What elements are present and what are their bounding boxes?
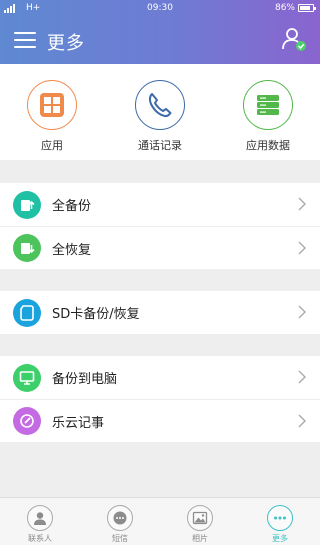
main-content: 应用 通话记录 应用数据 全备份 全恢复 SD卡备份/恢复 备份到电脑 乐云记事	[0, 64, 320, 497]
battery-icon	[298, 4, 316, 12]
apps-grid-icon	[40, 93, 64, 117]
sd-card-label: SD卡备份/恢复	[52, 307, 140, 322]
quick-call-log[interactable]: 通话记录	[115, 80, 205, 153]
page-title: 更多	[47, 33, 85, 54]
tab-contacts-label: 联系人	[28, 534, 52, 543]
tab-messages[interactable]: 短信	[80, 498, 160, 545]
sd-card-group: SD卡备份/恢复	[0, 291, 320, 334]
phone-icon	[148, 93, 172, 118]
tab-messages-label: 短信	[112, 534, 128, 543]
quick-app-data-circle	[243, 80, 293, 130]
quick-apps-circle	[27, 80, 77, 130]
status-bar: H+ 09:30 86%	[0, 0, 320, 17]
tab-more-label: 更多	[272, 534, 288, 543]
backup-restore-group: 全备份 全恢复	[0, 183, 320, 269]
tab-more[interactable]: 更多	[240, 498, 320, 545]
full-restore-label: 全恢复	[52, 242, 92, 258]
user-check-icon	[282, 28, 306, 51]
pc-notes-group: 备份到电脑 乐云记事	[0, 356, 320, 442]
tab-contacts[interactable]: 联系人	[0, 498, 80, 545]
more-icon	[267, 505, 293, 531]
chevron-right-icon	[298, 305, 306, 319]
full-backup-label: 全备份	[52, 199, 92, 214]
database-icon	[257, 95, 279, 115]
battery-percent: 86%	[274, 3, 295, 13]
user-account-button[interactable]	[280, 25, 308, 53]
photo-icon	[187, 505, 213, 531]
tab-photos[interactable]: 相片	[160, 498, 240, 545]
full-backup-item[interactable]: 全备份	[0, 183, 320, 226]
status-time: 09:30	[147, 3, 173, 13]
computer-monitor-icon	[13, 363, 41, 392]
contact-icon	[27, 505, 53, 531]
chevron-right-icon	[298, 241, 306, 255]
tab-photos-label: 相片	[192, 534, 208, 543]
cloud-notes-label: 乐云记事	[52, 415, 105, 431]
quick-apps-label: 应用	[41, 139, 63, 152]
quick-app-data[interactable]: 应用数据	[223, 80, 313, 153]
chevron-right-icon	[298, 370, 306, 384]
quick-app-data-label: 应用数据	[246, 139, 290, 152]
chevron-right-icon	[298, 197, 306, 211]
quick-apps[interactable]: 应用	[7, 80, 97, 153]
quick-call-log-label: 通话记录	[138, 139, 182, 152]
message-icon	[107, 505, 133, 531]
sd-card-item[interactable]: SD卡备份/恢复	[0, 291, 320, 334]
restore-download-icon	[13, 234, 41, 262]
note-pen-icon	[13, 407, 41, 435]
menu-button[interactable]	[14, 31, 36, 49]
bottom-tab-bar: 联系人 短信 相片 更多	[0, 497, 320, 545]
quick-actions: 应用 通话记录 应用数据	[0, 64, 320, 160]
app-bar: 更多	[0, 17, 320, 64]
sd-card-icon	[13, 298, 41, 327]
full-restore-item[interactable]: 全恢复	[0, 226, 320, 269]
backup-to-pc-label: 备份到电脑	[52, 372, 118, 387]
backup-upload-icon	[13, 190, 41, 219]
cloud-notes-item[interactable]: 乐云记事	[0, 399, 320, 442]
backup-to-pc-item[interactable]: 备份到电脑	[0, 356, 320, 399]
quick-call-log-circle	[135, 80, 185, 130]
chevron-right-icon	[298, 414, 306, 428]
